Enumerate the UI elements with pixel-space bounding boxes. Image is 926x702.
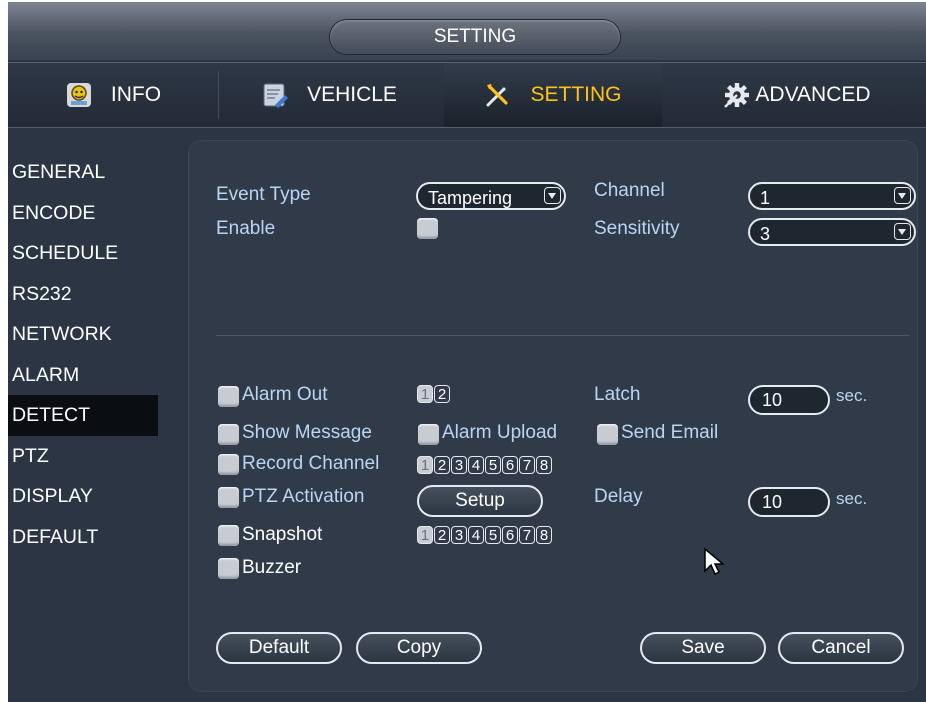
sidebar-item-schedule[interactable]: SCHEDULE — [8, 233, 158, 274]
latch-input[interactable]: 10 — [748, 385, 830, 415]
latch-unit: sec. — [836, 386, 868, 405]
title-bar: SETTING — [8, 2, 926, 60]
ptz-setup-button[interactable]: Setup — [417, 485, 543, 517]
send-email-label: Send Email — [621, 422, 719, 443]
alarm-upload-checkbox[interactable] — [418, 424, 439, 445]
default-button[interactable]: Default — [216, 632, 342, 664]
record-channel-1[interactable]: 1 — [417, 456, 433, 474]
snapshot-channel-3[interactable]: 3 — [451, 526, 467, 544]
cancel-button[interactable]: Cancel — [778, 632, 904, 664]
sidebar-item-encode[interactable]: ENCODE — [8, 193, 158, 234]
main-tab-bar: INFO VEHICLE SETTING ADVANCED — [8, 62, 926, 128]
snapshot-channel-2[interactable]: 2 — [434, 526, 450, 544]
alarm-out-channel-1[interactable]: 1 — [417, 385, 433, 403]
show-message-label: Show Message — [242, 422, 372, 443]
save-button[interactable]: Save — [640, 632, 766, 664]
show-message-checkbox[interactable] — [218, 424, 239, 445]
sidebar-item-default[interactable]: DEFAULT — [8, 517, 158, 558]
record-channel-8[interactable]: 8 — [536, 456, 552, 474]
sidebar-item-display[interactable]: DISPLAY — [8, 476, 158, 517]
ptz-activation-checkbox[interactable] — [218, 487, 239, 508]
sidebar-item-rs232[interactable]: RS232 — [8, 274, 158, 315]
record-channel-label: Record Channel — [242, 453, 380, 474]
enable-checkbox[interactable] — [417, 218, 438, 239]
record-channels: 1 2 3 4 5 6 7 8 — [417, 456, 552, 474]
chevron-down-icon — [544, 187, 561, 204]
sensitivity-value: 3 — [760, 224, 771, 244]
snapshot-label: Snapshot — [242, 524, 323, 545]
channel-value: 1 — [760, 188, 771, 208]
alarm-out-channels: 1 2 — [417, 385, 450, 403]
snapshot-channel-4[interactable]: 4 — [468, 526, 484, 544]
sidebar-item-ptz[interactable]: PTZ — [8, 436, 158, 477]
snapshot-channel-7[interactable]: 7 — [519, 526, 535, 544]
mouse-cursor-icon — [704, 547, 725, 576]
delay-label: Delay — [594, 486, 643, 507]
record-channel-6[interactable]: 6 — [502, 456, 518, 474]
event-type-label: Event Type — [216, 184, 311, 205]
tab-setting-label: SETTING — [530, 83, 622, 106]
copy-button[interactable]: Copy — [356, 632, 482, 664]
alarm-out-channel-2[interactable]: 2 — [434, 385, 450, 403]
sidebar-item-network[interactable]: NETWORK — [8, 314, 158, 355]
record-channel-checkbox[interactable] — [218, 454, 239, 475]
snapshot-channels: 1 2 3 4 5 6 7 8 — [417, 526, 552, 544]
tools-icon — [486, 84, 509, 107]
sidebar-item-alarm[interactable]: ALARM — [8, 355, 158, 396]
record-channel-3[interactable]: 3 — [451, 456, 467, 474]
tab-advanced[interactable]: ADVANCED — [668, 63, 926, 127]
channel-label: Channel — [594, 180, 665, 201]
alarm-out-label: Alarm Out — [242, 384, 328, 405]
delay-unit: sec. — [836, 489, 868, 508]
tab-vehicle[interactable]: VEHICLE — [219, 63, 439, 127]
snapshot-channel-1[interactable]: 1 — [417, 526, 433, 544]
delay-input[interactable]: 10 — [748, 487, 830, 517]
chevron-down-icon — [894, 187, 911, 204]
record-channel-2[interactable]: 2 — [434, 456, 450, 474]
sensitivity-label: Sensitivity — [594, 218, 680, 239]
info-icon — [66, 83, 91, 107]
section-divider — [216, 335, 910, 336]
gear-icon — [724, 83, 750, 108]
vehicle-icon — [263, 83, 289, 108]
event-type-value: Tampering — [428, 188, 513, 208]
tab-info[interactable]: INFO — [8, 63, 218, 127]
latch-label: Latch — [594, 384, 641, 405]
event-type-select[interactable]: Tampering — [416, 182, 566, 210]
record-channel-4[interactable]: 4 — [468, 456, 484, 474]
tab-advanced-label: ADVANCED — [755, 83, 871, 106]
ptz-activation-label: PTZ Activation — [242, 486, 365, 507]
buzzer-checkbox[interactable] — [218, 558, 239, 579]
alarm-out-checkbox[interactable] — [218, 386, 239, 407]
sidebar-item-general[interactable]: GENERAL — [8, 152, 158, 193]
sensitivity-select[interactable]: 3 — [748, 218, 916, 246]
tab-vehicle-label: VEHICLE — [307, 83, 397, 106]
detect-settings-panel: Event Type Tampering Channel 1 Enable Se… — [188, 140, 918, 692]
snapshot-channel-6[interactable]: 6 — [502, 526, 518, 544]
snapshot-channel-5[interactable]: 5 — [485, 526, 501, 544]
send-email-checkbox[interactable] — [597, 424, 618, 445]
sidebar: GENERAL ENCODE SCHEDULE RS232 NETWORK AL… — [8, 152, 158, 557]
record-channel-5[interactable]: 5 — [485, 456, 501, 474]
alarm-upload-label: Alarm Upload — [442, 422, 558, 443]
enable-label: Enable — [216, 218, 276, 239]
tab-info-label: INFO — [110, 83, 162, 106]
chevron-down-icon — [894, 223, 911, 240]
buzzer-label: Buzzer — [242, 557, 302, 578]
tab-setting[interactable]: SETTING — [444, 63, 662, 127]
record-channel-7[interactable]: 7 — [519, 456, 535, 474]
sidebar-item-detect[interactable]: DETECT — [8, 395, 158, 436]
setting-window: SETTING INFO VEHICLE SETTING ADVANCED GE… — [8, 2, 926, 702]
snapshot-channel-8[interactable]: 8 — [536, 526, 552, 544]
channel-select[interactable]: 1 — [748, 182, 916, 210]
window-title: SETTING — [330, 20, 620, 54]
snapshot-checkbox[interactable] — [218, 525, 239, 546]
